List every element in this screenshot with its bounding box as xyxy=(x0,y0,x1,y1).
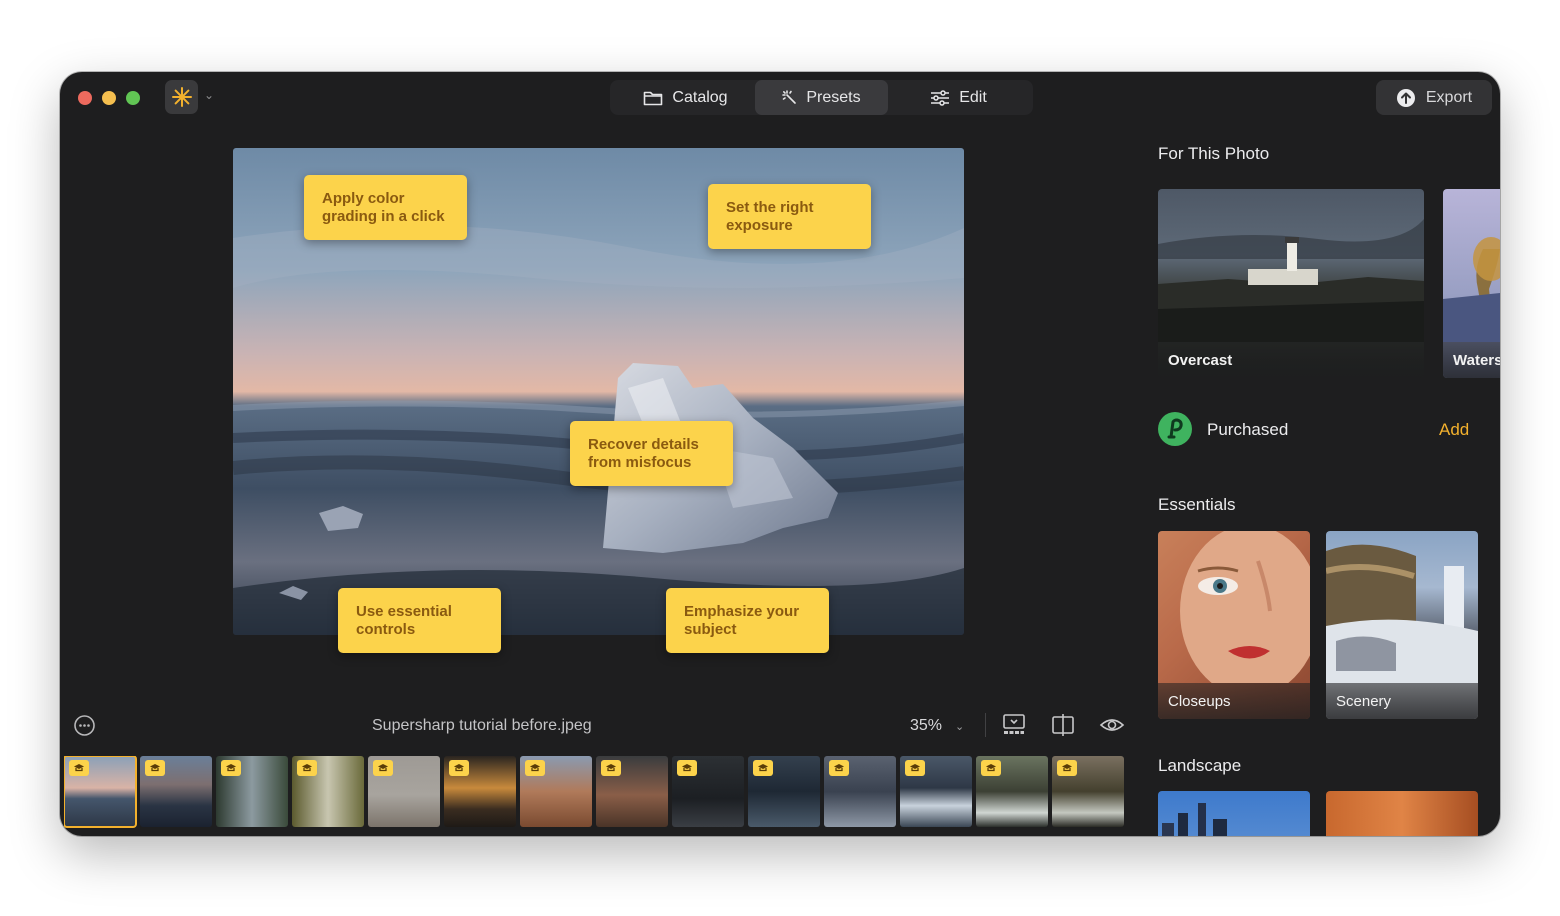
tutorial-badge-icon xyxy=(449,760,469,776)
tutorial-badge-icon xyxy=(221,760,241,776)
app-window: ⌄ Catalog Presets Edit Export Apply colo… xyxy=(60,72,1500,836)
folder-icon xyxy=(644,91,663,105)
filmstrip-icon xyxy=(1003,714,1025,734)
filmstrip-thumb[interactable] xyxy=(520,756,592,827)
purchased-row[interactable]: Purchased Add xyxy=(1158,412,1500,448)
filmstrip-thumb[interactable] xyxy=(368,756,440,827)
filmstrip-thumb[interactable] xyxy=(140,756,212,827)
preview-button[interactable] xyxy=(1099,713,1125,737)
zoom-level[interactable]: 35% xyxy=(910,717,942,735)
tab-edit-label: Edit xyxy=(959,88,987,106)
chevron-down-icon[interactable]: ⌄ xyxy=(204,88,214,102)
preset-card-label: Closeups xyxy=(1158,683,1310,719)
close-window-button[interactable] xyxy=(78,91,92,105)
filmstrip-thumb[interactable] xyxy=(672,756,744,827)
tutorial-badge-icon xyxy=(373,760,393,776)
filmstrip-thumb[interactable] xyxy=(824,756,896,827)
tutorial-badge-icon xyxy=(69,760,89,776)
lighthouse-image xyxy=(1158,219,1424,342)
waterfall-image xyxy=(1326,544,1478,683)
tip-note: Set the right exposure xyxy=(708,184,871,249)
preset-card[interactable] xyxy=(1326,791,1478,836)
tutorial-badge-icon xyxy=(753,760,773,776)
chevron-down-icon[interactable]: ⌄ xyxy=(955,720,964,733)
city-skyline-image xyxy=(1162,803,1227,836)
tab-catalog[interactable]: Catalog xyxy=(618,80,753,115)
sparkle-icon xyxy=(782,90,797,104)
preset-card[interactable]: Overcast xyxy=(1158,189,1424,378)
purchased-label: Purchased xyxy=(1207,420,1289,439)
eye-icon xyxy=(1099,719,1125,731)
app-menu-button[interactable] xyxy=(165,80,198,114)
tab-edit[interactable]: Edit xyxy=(892,80,1025,115)
preset-card-label: Overcast xyxy=(1158,342,1424,378)
split-view-icon xyxy=(1052,714,1074,736)
tip-note: Use essential controls xyxy=(338,588,501,653)
compare-button[interactable] xyxy=(1050,713,1076,737)
filmstrip-thumb[interactable] xyxy=(64,756,137,828)
tutorial-badge-icon xyxy=(145,760,165,776)
more-options-button[interactable] xyxy=(74,715,95,736)
tutorial-badge-icon xyxy=(525,760,545,776)
ellipsis-circle-icon xyxy=(74,715,95,736)
tip-note: Recover details from misfocus xyxy=(570,421,733,486)
preset-card[interactable]: Scenery xyxy=(1326,531,1478,719)
upload-icon xyxy=(1396,88,1415,107)
preset-card[interactable] xyxy=(1158,791,1310,836)
filmstrip xyxy=(64,756,1126,828)
mode-switcher: Catalog Presets Edit xyxy=(610,80,1033,115)
tutorial-badge-icon xyxy=(981,760,1001,776)
preset-card[interactable]: Waters xyxy=(1443,189,1500,378)
tutorial-badge-icon xyxy=(829,760,849,776)
preset-card-label: Scenery xyxy=(1326,683,1478,719)
filmstrip-thumb[interactable] xyxy=(292,756,364,827)
tab-presets-label: Presets xyxy=(806,88,861,106)
filmstrip-thumb[interactable] xyxy=(216,756,288,827)
filmstrip-thumb[interactable] xyxy=(444,756,516,827)
filmstrip-thumb[interactable] xyxy=(596,756,668,827)
preset-card[interactable]: Closeups xyxy=(1158,531,1310,719)
tree-image xyxy=(1443,237,1500,342)
preset-card-label: Waters xyxy=(1443,342,1500,378)
filmstrip-toggle-button[interactable] xyxy=(1001,713,1027,737)
filmstrip-thumb[interactable] xyxy=(900,756,972,827)
title-bar: ⌄ Catalog Presets Edit Export xyxy=(60,72,1500,124)
tutorial-badge-icon xyxy=(297,760,317,776)
export-button[interactable]: Export xyxy=(1376,80,1492,115)
tutorial-badge-icon xyxy=(677,760,697,776)
file-name: Supersharp tutorial before.jpeg xyxy=(372,717,592,734)
portrait-image xyxy=(1180,531,1310,683)
sliders-icon xyxy=(931,89,950,106)
sun-logo-icon xyxy=(171,87,192,107)
tab-presets[interactable]: Presets xyxy=(755,80,888,115)
tip-note: Emphasize your subject xyxy=(666,588,829,653)
filmstrip-thumb[interactable] xyxy=(748,756,820,827)
tip-note: Apply color grading in a click xyxy=(304,175,467,240)
tab-catalog-label: Catalog xyxy=(672,88,728,106)
export-label: Export xyxy=(1425,88,1473,106)
section-title-landscape: Landscape xyxy=(1158,756,1242,775)
tutorial-badge-icon xyxy=(905,760,925,776)
add-link[interactable]: Add xyxy=(1439,420,1469,440)
tutorial-badge-icon xyxy=(1057,760,1077,776)
section-title-for-this-photo: For This Photo xyxy=(1158,144,1270,163)
minimize-window-button[interactable] xyxy=(102,91,116,105)
divider xyxy=(985,713,986,737)
tutorial-badge-icon xyxy=(601,760,621,776)
purchased-icon xyxy=(1158,412,1192,446)
section-title-essentials: Essentials xyxy=(1158,495,1236,514)
filmstrip-thumb[interactable] xyxy=(1052,756,1124,827)
filmstrip-thumb[interactable] xyxy=(976,756,1048,827)
zoom-window-button[interactable] xyxy=(126,91,140,105)
